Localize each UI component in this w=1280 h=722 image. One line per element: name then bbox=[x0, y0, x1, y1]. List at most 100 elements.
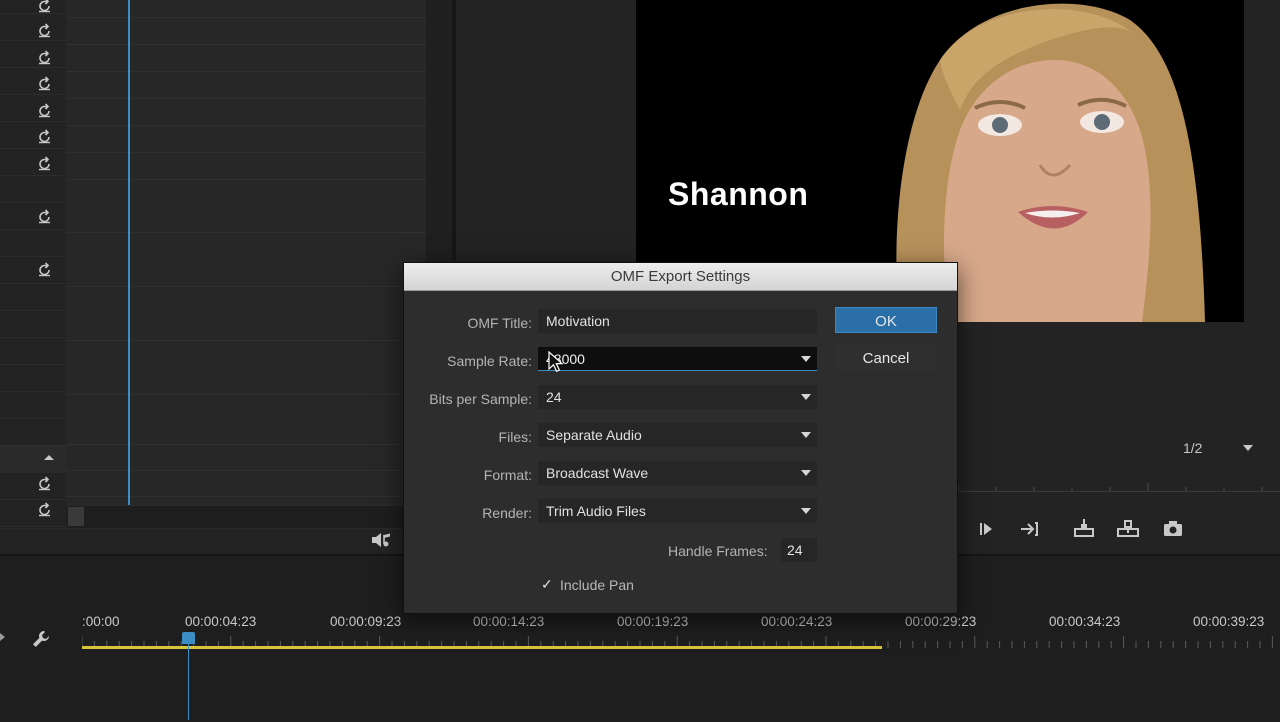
reset-icon[interactable] bbox=[36, 101, 54, 119]
track-divider bbox=[66, 394, 426, 395]
track-divider bbox=[66, 125, 426, 126]
track-row bbox=[0, 41, 66, 68]
bits-per-sample-value: 24 bbox=[546, 389, 562, 405]
track-row bbox=[0, 149, 66, 176]
track-divider bbox=[66, 71, 426, 72]
track-row bbox=[0, 14, 66, 41]
track-row bbox=[0, 68, 66, 95]
camera-icon[interactable] bbox=[1161, 517, 1185, 541]
track-row bbox=[0, 500, 66, 527]
track-divider bbox=[66, 444, 426, 445]
timecode-label: :00:00 bbox=[82, 614, 120, 629]
sample-rate-label: Sample Rate: bbox=[447, 353, 532, 369]
cancel-button[interactable]: Cancel bbox=[835, 345, 937, 371]
extract-icon[interactable] bbox=[1116, 517, 1140, 541]
include-pan-checkbox[interactable]: ✓ bbox=[541, 576, 553, 593]
dropdown-arrow-icon bbox=[801, 508, 811, 514]
dropdown-arrow-icon bbox=[1243, 445, 1253, 451]
files-dropdown[interactable]: Separate Audio bbox=[538, 423, 817, 447]
dropdown-arrow-icon bbox=[801, 356, 811, 362]
reset-icon[interactable] bbox=[36, 260, 54, 278]
timecode-label: 00:00:14:23 bbox=[473, 614, 545, 629]
track-row bbox=[0, 365, 66, 392]
dialog-title: OMF Export Settings bbox=[610, 268, 751, 285]
timecode-label: 00:00:29:23 bbox=[905, 614, 977, 629]
reset-icon[interactable] bbox=[36, 154, 54, 172]
omf-export-dialog: OMF Export Settings OMF Title: Motivatio… bbox=[403, 262, 958, 614]
handle-frames-input[interactable]: 24 bbox=[781, 538, 817, 562]
playhead-line bbox=[188, 640, 189, 720]
timecode-label: 00:00:19:23 bbox=[617, 614, 689, 629]
bits-per-sample-dropdown[interactable]: 24 bbox=[538, 385, 817, 409]
timecode-label: 00:00:04:23 bbox=[185, 614, 257, 629]
track-row bbox=[0, 203, 66, 230]
files-value: Separate Audio bbox=[546, 427, 642, 443]
files-label: Files: bbox=[498, 429, 532, 445]
track-row bbox=[0, 338, 66, 365]
reset-icon[interactable] bbox=[36, 500, 54, 518]
reset-icon[interactable] bbox=[36, 74, 54, 92]
format-dropdown[interactable]: Broadcast Wave bbox=[538, 461, 817, 485]
go-to-out-icon[interactable] bbox=[1018, 517, 1042, 541]
track-divider bbox=[66, 470, 426, 471]
reset-icon[interactable] bbox=[36, 474, 54, 492]
track-divider bbox=[66, 286, 426, 287]
format-value: Broadcast Wave bbox=[546, 465, 649, 481]
bits-per-sample-label: Bits per Sample: bbox=[429, 391, 532, 407]
track-row bbox=[0, 419, 66, 446]
track-divider bbox=[66, 232, 426, 233]
track-row bbox=[0, 0, 66, 14]
dropdown-arrow-icon bbox=[801, 470, 811, 476]
track-row bbox=[0, 311, 66, 338]
dropdown-arrow-icon bbox=[801, 432, 811, 438]
omf-title-label: OMF Title: bbox=[467, 315, 532, 331]
reset-icon[interactable] bbox=[36, 207, 54, 225]
render-value: Trim Audio Files bbox=[546, 503, 646, 519]
track-row bbox=[0, 392, 66, 419]
scrollbar-handle[interactable] bbox=[68, 507, 84, 526]
sample-rate-dropdown[interactable]: 48000 bbox=[538, 347, 817, 371]
omf-title-input[interactable]: Motivation bbox=[538, 309, 817, 333]
track-divider bbox=[66, 179, 426, 180]
render-dropdown[interactable]: Trim Audio Files bbox=[538, 499, 817, 523]
timecode-label: 00:00:34:23 bbox=[1049, 614, 1121, 629]
track-row bbox=[0, 122, 66, 149]
track-row bbox=[0, 257, 66, 284]
dialog-titlebar[interactable]: OMF Export Settings bbox=[404, 263, 957, 291]
track-divider bbox=[66, 152, 426, 153]
track-panel-footer bbox=[0, 528, 405, 555]
reset-icon[interactable] bbox=[36, 127, 54, 145]
track-divider bbox=[66, 17, 426, 18]
timecode-label: 00:00:24:23 bbox=[761, 614, 833, 629]
monitor-time-ruler[interactable] bbox=[956, 475, 1280, 492]
zoom-dropdown[interactable]: 1/2 bbox=[1183, 438, 1255, 458]
mixer-icon[interactable] bbox=[370, 531, 392, 549]
track-row bbox=[0, 95, 66, 122]
dropdown-arrow-icon bbox=[801, 394, 811, 400]
video-title-text: Shannon bbox=[668, 176, 809, 212]
wrench-icon[interactable] bbox=[30, 628, 52, 650]
zoom-value: 1/2 bbox=[1183, 440, 1203, 456]
collapse-up-icon[interactable] bbox=[42, 450, 56, 464]
track-row bbox=[0, 446, 66, 473]
track-divider bbox=[66, 44, 426, 45]
play-in-to-out-icon[interactable] bbox=[974, 517, 998, 541]
panel-divider bbox=[452, 0, 456, 260]
mouse-cursor-icon bbox=[548, 351, 564, 373]
track-divider bbox=[66, 340, 426, 341]
handle-frames-label: Handle Frames: bbox=[668, 543, 768, 559]
timecode-label: 00:00:39:23 bbox=[1193, 614, 1265, 629]
include-pan-label[interactable]: Include Pan bbox=[560, 577, 634, 593]
lift-icon[interactable] bbox=[1072, 517, 1096, 541]
transport-controls bbox=[956, 517, 1280, 547]
work-area-bar[interactable] bbox=[82, 646, 882, 649]
ok-button[interactable]: OK bbox=[835, 307, 937, 333]
track-row bbox=[0, 473, 66, 500]
track-header-strip bbox=[0, 0, 66, 528]
reset-icon[interactable] bbox=[36, 0, 54, 14]
horizontal-scrollbar[interactable] bbox=[66, 505, 426, 528]
audio-track-area[interactable] bbox=[66, 0, 426, 505]
reset-icon[interactable] bbox=[36, 21, 54, 39]
reset-icon[interactable] bbox=[36, 48, 54, 66]
track-row bbox=[0, 176, 66, 203]
